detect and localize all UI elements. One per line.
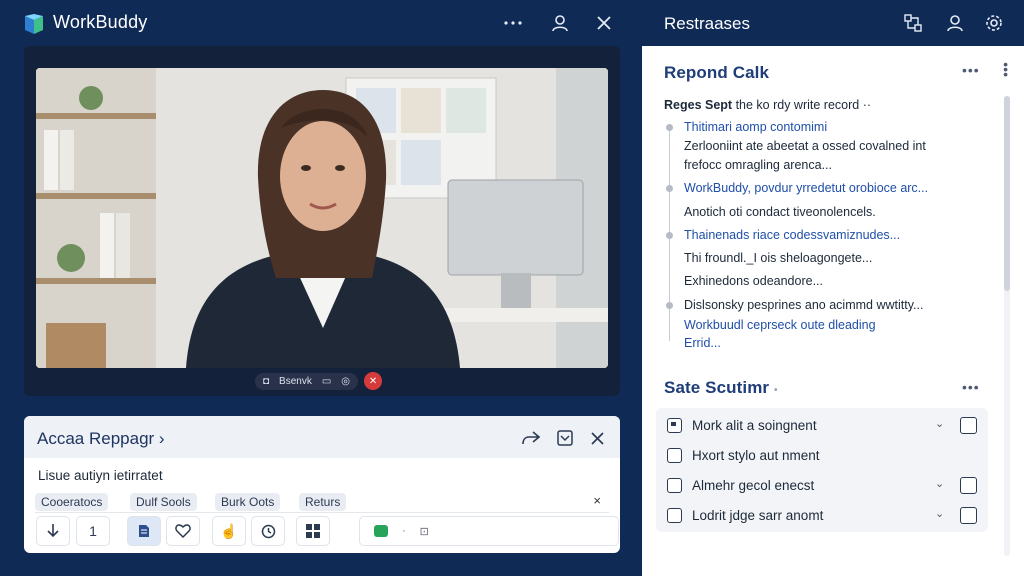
- microphone-icon[interactable]: ◎: [341, 376, 350, 387]
- panel-menu-icon[interactable]: • • •: [1003, 57, 1008, 81]
- timeline-entry[interactable]: Thitimari aomp contomimi: [684, 118, 827, 137]
- clock-icon[interactable]: [251, 516, 285, 546]
- layout-icon[interactable]: [902, 12, 924, 34]
- timeline-entry: Exhinedons odeandore...: [684, 274, 823, 288]
- screen-share-icon[interactable]: ▭: [322, 376, 331, 387]
- checklist-item-label: Almehr gecol enecst: [692, 478, 815, 493]
- checklist-item[interactable]: Lodrit jdge sarr anomt ⌄: [656, 500, 988, 530]
- timeline-entry[interactable]: WorkBuddy, povdur yrredetut orobioce arc…: [684, 179, 928, 198]
- timeline-dot: [666, 232, 673, 239]
- video-frame-image: [36, 68, 608, 368]
- video-controls: ◘ Bsenvk ▭ ◎ ✕: [255, 371, 383, 391]
- clear-chips-button[interactable]: ×: [593, 493, 601, 508]
- timeline-entry[interactable]: Workbuudl ceprseck oute dleading: [684, 316, 876, 335]
- checklist-item[interactable]: Almehr gecol enecst ⌄: [656, 470, 988, 500]
- item-checkbox[interactable]: [960, 477, 977, 494]
- end-call-button[interactable]: ✕: [364, 372, 383, 390]
- green-app-icon[interactable]: [374, 525, 388, 537]
- checklist-item[interactable]: Mork alit a soingnent ⌄: [656, 410, 988, 440]
- action-card-header: Accaa Reppagr ›: [24, 416, 620, 458]
- item-checkbox-left[interactable]: [667, 478, 682, 493]
- respond-subheading: Reges Sept the ko rdy write record ··: [664, 98, 871, 112]
- timeline-dot: [666, 302, 673, 309]
- chip[interactable]: Dulf Sools: [130, 493, 197, 511]
- item-flag-icon[interactable]: [667, 418, 682, 433]
- download-icon[interactable]: [36, 516, 70, 546]
- checklist-item[interactable]: Hxort stylo aut nment: [656, 440, 988, 470]
- chevron-down-icon[interactable]: ⌄: [935, 417, 944, 430]
- share-icon[interactable]: [521, 428, 541, 448]
- chip[interactable]: Burk Oots: [215, 493, 281, 511]
- document-icon[interactable]: [127, 516, 161, 546]
- close-icon[interactable]: [593, 12, 615, 34]
- checklist-item-label: Lodrit jdge sarr anomt: [692, 508, 824, 523]
- timeline-dot: [666, 124, 673, 131]
- app-logo-icon: [25, 14, 43, 34]
- resources-panel: Repond Calk ••• • • • Reges Sept the ko rd…: [642, 46, 1024, 576]
- chip[interactable]: Returs: [299, 493, 347, 511]
- settings-gear-icon[interactable]: [983, 12, 1005, 34]
- state-more-icon[interactable]: •••: [962, 379, 980, 395]
- filter-chips: Cooeratocs Dulf Sools Burk Oots Returs ×: [35, 491, 609, 513]
- cursor-icon[interactable]: ☝: [212, 516, 246, 546]
- grid-icon[interactable]: [296, 516, 330, 546]
- video-controls-label: Bsenvk: [279, 375, 312, 387]
- chip[interactable]: Cooeratocs: [35, 493, 109, 511]
- number-one-button[interactable]: 1: [76, 516, 110, 546]
- state-checklist: Mork alit a soingnent ⌄ Hxort stylo aut …: [656, 408, 988, 532]
- inbox-icon[interactable]: [555, 428, 575, 448]
- chevron-down-icon[interactable]: ⌄: [935, 507, 944, 520]
- close-card-icon[interactable]: [587, 428, 607, 448]
- item-checkbox-left[interactable]: [667, 448, 682, 463]
- app-titlebar: WorkBuddy: [0, 0, 640, 46]
- panel-scrollbar[interactable]: [1004, 96, 1010, 556]
- timeline-dot: [666, 185, 673, 192]
- subheading-rest: the ko rdy write record ··: [732, 98, 872, 112]
- video-panel: [24, 46, 620, 396]
- resources-header: Restraases: [642, 0, 1024, 46]
- chevron-down-icon[interactable]: ⌄: [935, 477, 944, 490]
- integration-group: · ⊡: [359, 516, 619, 546]
- timeline-entry: frefocc omragling arenca...: [684, 158, 832, 172]
- resources-title: Restraases: [664, 14, 750, 33]
- checklist-item-label: Hxort stylo aut nment: [692, 448, 820, 463]
- separator-dot-icon: ·: [402, 525, 406, 537]
- heart-icon[interactable]: [166, 516, 200, 546]
- user-icon[interactable]: [549, 12, 571, 34]
- timeline-entry[interactable]: Thainenads riace codessvamiznudes...: [684, 226, 900, 245]
- participant-video: [36, 68, 608, 368]
- camera-icon[interactable]: ◘: [263, 376, 269, 387]
- timeline-entry: Thi froundl._I ois sheloagongete...: [684, 251, 873, 265]
- respond-section-title: Repond Calk: [664, 63, 770, 82]
- link-icon[interactable]: ⊡: [420, 525, 429, 538]
- timeline-entry[interactable]: Errid...: [684, 334, 721, 353]
- item-checkbox[interactable]: [960, 507, 977, 524]
- action-card-title[interactable]: Accaa Reppagr ›: [37, 429, 165, 449]
- profile-icon[interactable]: [944, 12, 966, 34]
- scrollbar-thumb[interactable]: [1004, 96, 1010, 291]
- item-checkbox[interactable]: [960, 417, 977, 434]
- action-card-text: Lisue autiyn ietirratet: [38, 468, 163, 483]
- timeline-entry: Anotich oti condact tiveonolencels.: [684, 205, 876, 219]
- more-icon[interactable]: [502, 12, 524, 34]
- timeline-entry: Zerlooniint ate abeetat a ossed covalned…: [684, 139, 926, 153]
- action-toolbar: 1 ☝ · ⊡: [35, 516, 619, 546]
- timeline-entry: Dislsonsky pesprines ano acimmd wwtitty.…: [684, 298, 924, 312]
- respond-more-icon[interactable]: •••: [962, 62, 980, 78]
- video-controls-pill: ◘ Bsenvk ▭ ◎: [255, 372, 359, 390]
- item-checkbox-left[interactable]: [667, 508, 682, 523]
- subheading-bold: Reges Sept: [664, 98, 733, 112]
- checklist-item-label: Mork alit a soingnent: [692, 418, 817, 433]
- state-section-title: Sate Scutimr •: [664, 378, 778, 397]
- action-card: Accaa Reppagr › Lisue autiyn ietirratet …: [24, 416, 620, 553]
- app-title: WorkBuddy: [53, 12, 148, 32]
